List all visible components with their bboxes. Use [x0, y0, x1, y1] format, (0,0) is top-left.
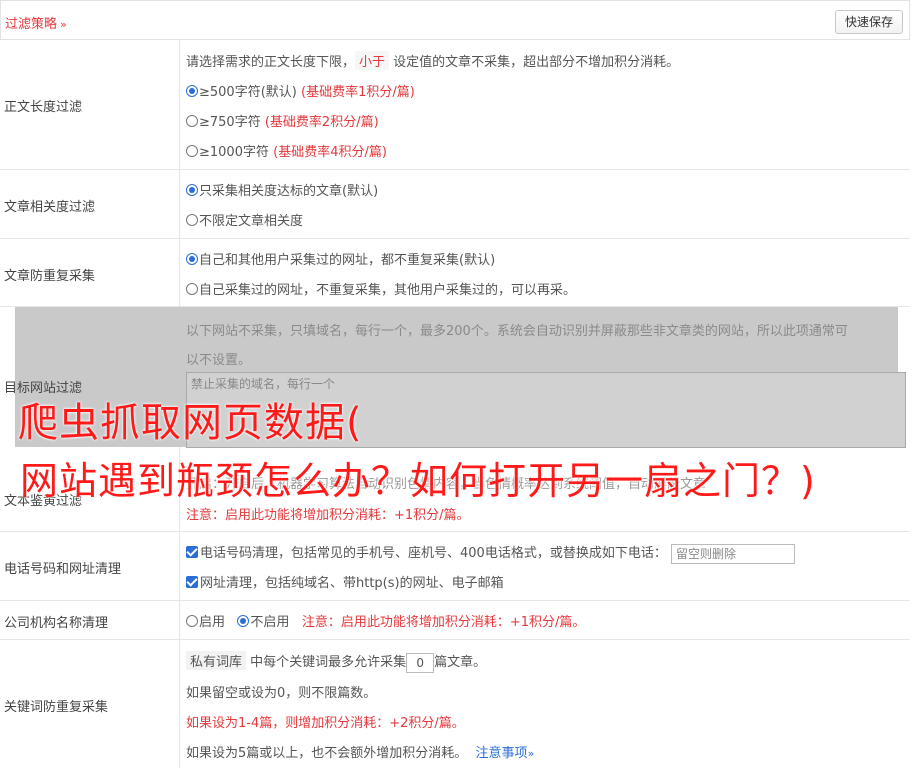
radio-icon[interactable]: [186, 615, 198, 627]
length-option-500[interactable]: ≥500字符(默认) (基础费率1积分/篇): [186, 81, 415, 100]
radio-selected-icon[interactable]: [237, 615, 250, 627]
row-divider: [179, 640, 180, 768]
overlay-title-line1: 爬虫抓取网页数据(: [18, 400, 363, 446]
option-text: 自己和其他用户采集过的网址，都不重复采集(默认): [199, 253, 496, 268]
radio-icon[interactable]: [186, 214, 198, 226]
keyword-note-zero: 如果留空或设为0，则不限篇数。: [186, 686, 377, 701]
notes-link-text: 注意事项: [475, 746, 528, 761]
keyword-text-before: 中每个关键词最多允许采集: [250, 655, 407, 670]
row-divider: [179, 170, 180, 238]
length-option-750[interactable]: ≥750字符 (基础费率2积分/篇): [186, 111, 379, 130]
company-filter-row: 公司机构名称清理 启用 不启用 注意：启用此功能将增加积分消耗：+1积分/篇。: [0, 601, 910, 640]
url-clean-option[interactable]: 网址清理，包括纯域名、带http(s)的网址、电子邮箱: [186, 572, 504, 591]
option-cost: (基础费率4积分/篇): [273, 145, 387, 160]
desc-before: 请选择需求的正文长度下限，: [186, 55, 356, 70]
duplicate-option-all[interactable]: 自己和其他用户采集过的网址，都不重复采集(默认): [186, 249, 495, 268]
keyword-note-cost: 如果设为1-4篇，则增加积分消耗：+2积分/篇。: [186, 716, 465, 731]
keyword-filter-label: 关键词防重复采集: [4, 700, 109, 715]
porn-filter-note: 注意：启用此功能将增加积分消耗：+1积分/篇。: [186, 508, 470, 523]
radio-selected-icon[interactable]: [186, 253, 198, 265]
chevron-down-icon: »: [527, 747, 535, 760]
site-filter-desc-2: 以不设置。: [186, 353, 252, 368]
less-than-tag: 小于: [355, 51, 390, 70]
chevron-down-icon: »: [60, 18, 67, 31]
radio-selected-icon[interactable]: [186, 85, 198, 97]
radio-icon[interactable]: [186, 283, 198, 295]
url-clean-text: 网址清理，包括纯域名、带http(s)的网址、电子邮箱: [200, 576, 504, 591]
keyword-filter-row: 关键词防重复采集 私有词库 中每个关键词最多允许采集 0 篇文章。 如果留空或设为0…: [0, 640, 910, 768]
option-text: 自己采集过的网址，不重复采集，其他用户采集过的，可以再采。: [199, 283, 577, 298]
company-filter-note: 注意：启用此功能将增加积分消耗：+1积分/篇。: [301, 615, 586, 630]
filter-header: 过滤策略» 快速保存: [0, 0, 910, 40]
keyword-limit-input[interactable]: 0: [406, 652, 435, 673]
company-filter-label: 公司机构名称清理: [4, 616, 109, 631]
row-divider: [179, 239, 180, 306]
option-text: ≥750字符: [199, 115, 261, 130]
keyword-text-after: 篇文章。: [434, 655, 487, 670]
row-divider: [179, 601, 180, 639]
option-text: 只采集相关度达标的文章(默认): [199, 184, 379, 199]
phone-clean-option[interactable]: 电话号码清理，包括常见的手机号、座机号、400电话格式，或替换成如下电话： 留空…: [186, 542, 795, 564]
option-cost: (基础费率1积分/篇): [301, 85, 415, 100]
private-lexicon-tag[interactable]: 私有词库: [186, 651, 247, 670]
company-disable-option[interactable]: 不启用: [237, 615, 289, 630]
option-text: ≥1000字符: [199, 145, 269, 160]
phone-clean-text: 电话号码清理，包括常见的手机号、座机号、400电话格式，或替换成如下电话：: [200, 546, 667, 561]
row-divider: [179, 40, 180, 169]
phone-filter-row: 电话号码和网址清理 电话号码清理，包括常见的手机号、座机号、400电话格式，或替…: [0, 532, 910, 601]
radio-icon[interactable]: [186, 145, 198, 157]
replace-phone-input[interactable]: 留空则删除: [670, 543, 795, 564]
site-filter-desc-1: 以下网站不采集，只填域名，每行一个，最多200个。系统会自动识别并屏蔽那些非文章…: [186, 324, 848, 339]
relevance-filter-label: 文章相关度过滤: [4, 200, 96, 215]
relevance-option-unlimited[interactable]: 不限定文章相关度: [186, 210, 303, 229]
option-text: ≥500字符(默认): [199, 85, 297, 100]
duplicate-filter-label: 文章防重复采集: [4, 269, 96, 284]
relevance-option-qualified[interactable]: 只采集相关度达标的文章(默认): [186, 180, 378, 199]
filter-strategy-label: 过滤策略: [5, 17, 58, 32]
length-option-1000[interactable]: ≥1000字符 (基础费率4积分/篇): [186, 141, 387, 160]
company-filter-options: 启用 不启用 注意：启用此功能将增加积分消耗：+1积分/篇。: [186, 611, 585, 630]
length-filter-label: 正文长度过滤: [4, 100, 83, 115]
row-divider: [179, 532, 180, 600]
checkbox-checked-icon[interactable]: [186, 546, 198, 558]
option-cost: (基础费率2积分/篇): [264, 115, 379, 130]
length-filter-row: 正文长度过滤 请选择需求的正文长度下限， 小于 设定值的文章不采集，超出部分不增加…: [0, 40, 910, 170]
phone-filter-label: 电话号码和网址清理: [4, 562, 122, 577]
keyword-note-free-text: 如果设为5篇或以上，也不会额外增加积分消耗。: [186, 746, 468, 761]
duplicate-filter-row: 文章防重复采集 自己和其他用户采集过的网址，都不重复采集(默认) 自己采集过的网…: [0, 239, 910, 307]
radio-icon[interactable]: [186, 115, 198, 127]
filter-strategy-title[interactable]: 过滤策略»: [5, 13, 67, 32]
overlay-title-line2: 网站遇到瓶颈怎么办？如何打开另一扇之门？): [20, 459, 816, 503]
length-filter-desc: 请选择需求的正文长度下限， 小于 设定值的文章不采集，超出部分不增加积分消耗。: [186, 51, 679, 70]
option-text: 不限定文章相关度: [199, 214, 304, 229]
desc-after: 设定值的文章不采集，超出部分不增加积分消耗。: [393, 55, 680, 70]
disable-text: 不启用: [250, 615, 290, 630]
notes-link[interactable]: 注意事项»: [476, 746, 535, 761]
keyword-note-free: 如果设为5篇或以上，也不会额外增加积分消耗。 注意事项»: [186, 742, 534, 761]
checkbox-checked-icon[interactable]: [186, 576, 198, 588]
relevance-filter-row: 文章相关度过滤 只采集相关度达标的文章(默认) 不限定文章相关度: [0, 170, 910, 239]
company-enable-option[interactable]: 启用: [186, 615, 225, 630]
enable-text: 启用: [199, 615, 226, 630]
duplicate-option-self[interactable]: 自己采集过的网址，不重复采集，其他用户采集过的，可以再采。: [186, 279, 576, 298]
keyword-limit-line: 私有词库 中每个关键词最多允许采集 0 篇文章。: [186, 651, 486, 673]
quick-save-button[interactable]: 快速保存: [834, 10, 903, 34]
radio-selected-icon[interactable]: [186, 184, 198, 196]
